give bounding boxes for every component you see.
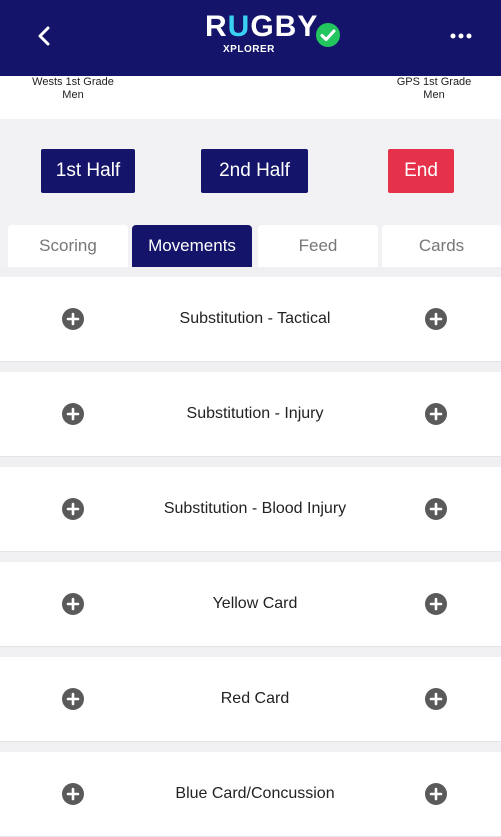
movement-row: Yellow Card — [0, 562, 501, 647]
tab-bar: Scoring Movements Feed Cards — [0, 221, 501, 267]
movement-label: Substitution - Injury — [186, 405, 324, 422]
app-header: RUGBY XPLORER — [0, 0, 501, 76]
add-away-button[interactable] — [425, 498, 447, 520]
movement-label: Substitution - Tactical — [179, 310, 331, 327]
add-away-button[interactable] — [425, 688, 447, 710]
add-home-button[interactable] — [62, 308, 84, 330]
verified-check-icon — [316, 23, 340, 47]
movement-row: Red Card — [0, 657, 501, 742]
back-button[interactable] — [24, 16, 64, 56]
tab-cards[interactable]: Cards — [382, 225, 501, 267]
add-home-button[interactable] — [62, 783, 84, 805]
rugby-xplorer-logo: RUGBY XPLORER — [205, 10, 345, 62]
add-home-button[interactable] — [62, 688, 84, 710]
second-half-button[interactable]: 2nd Half — [201, 149, 308, 193]
add-away-button[interactable] — [425, 403, 447, 425]
add-home-button[interactable] — [62, 593, 84, 615]
add-home-button[interactable] — [62, 498, 84, 520]
team-names: Wests 1st Grade Men GPS 1st Grade Men — [0, 76, 501, 119]
movement-label: Blue Card/Concussion — [175, 785, 335, 802]
tab-feed[interactable]: Feed — [258, 225, 378, 267]
list-divider — [0, 457, 501, 467]
away-team-name: GPS 1st Grade Men — [396, 76, 472, 101]
list-divider — [0, 742, 501, 752]
chevron-left-icon — [38, 26, 50, 46]
logo-subtitle: XPLORER — [223, 44, 275, 55]
movement-row: Blue Card/Concussion — [0, 752, 501, 837]
first-half-button[interactable]: 1st Half — [41, 149, 135, 193]
list-divider — [0, 552, 501, 562]
movement-row: Substitution - Injury — [0, 372, 501, 457]
list-divider — [0, 647, 501, 657]
list-divider — [0, 267, 501, 277]
more-dots-icon — [450, 33, 472, 39]
movement-label: Substitution - Blood Injury — [163, 500, 347, 517]
add-home-button[interactable] — [62, 403, 84, 425]
logo-wordmark: RUGBY — [205, 10, 319, 43]
movements-list: Substitution - Tactical Substitution - I… — [0, 267, 501, 837]
tab-scoring[interactable]: Scoring — [8, 225, 128, 267]
movement-label: Yellow Card — [212, 595, 298, 612]
add-away-button[interactable] — [425, 593, 447, 615]
end-button[interactable]: End — [388, 149, 454, 193]
list-divider — [0, 362, 501, 372]
movement-label: Red Card — [220, 690, 290, 707]
movement-row: Substitution - Tactical — [0, 277, 501, 362]
home-team-name: Wests 1st Grade Men — [32, 76, 114, 101]
more-options-button[interactable] — [441, 16, 481, 56]
movement-row: Substitution - Blood Injury — [0, 467, 501, 552]
match-controls: 1st Half 2nd Half End — [0, 119, 501, 221]
add-away-button[interactable] — [425, 308, 447, 330]
add-away-button[interactable] — [425, 783, 447, 805]
tab-movements[interactable]: Movements — [132, 225, 252, 267]
